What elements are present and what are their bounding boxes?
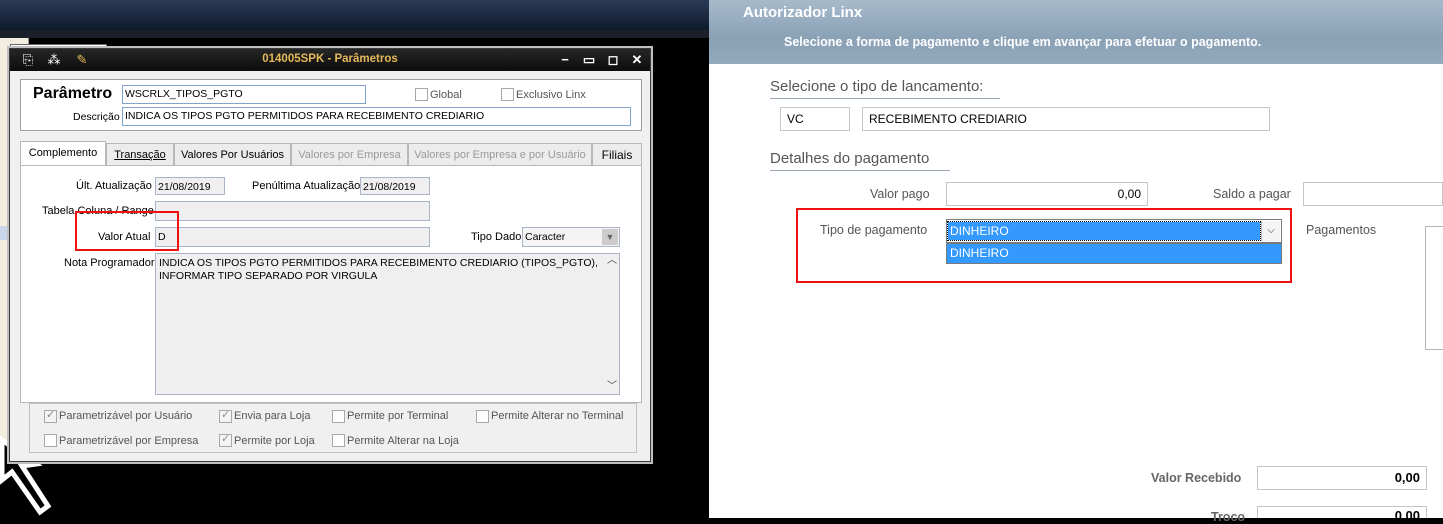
permite-por-loja-label: Permite por Loja <box>234 435 315 447</box>
dialog-title-bar: ⎘ ⁂ ✎ 014005SPK - Parâmetros − ▭ ◻ ✕ <box>10 49 650 71</box>
tipo-lancamento-code-input[interactable]: VC <box>780 107 850 131</box>
penultima-atualizacao-label: Penúltima Atualização <box>252 180 361 192</box>
app-subtitle: Selecione a forma de pagamento e clique … <box>784 35 1262 49</box>
valor-pago-input[interactable]: 0,00 <box>946 182 1148 206</box>
nota-scrollbar[interactable]: ︿ ﹀ <box>605 254 619 394</box>
nota-programador-label: Nota Programador <box>64 257 155 269</box>
parametrizavel-usuario-label: Parametrizável por Usuário <box>59 410 193 422</box>
permite-alterar-loja-label: Permite Alterar na Loja <box>347 435 459 447</box>
background-window-strip <box>0 30 709 38</box>
scroll-down-icon[interactable]: ﹀ <box>605 380 619 394</box>
saldo-a-pagar-input[interactable] <box>1303 182 1443 206</box>
ult-atualizacao-field: 21/08/2019 <box>155 177 225 195</box>
envia-para-loja-label: Envia para Loja <box>234 410 311 422</box>
troco-input[interactable]: 0,00 <box>1257 506 1427 518</box>
valor-recebido-label: Valor Recebido <box>1151 471 1242 485</box>
tab-valores-empresa-usuario[interactable]: Valores por Empresa e por Usuário <box>408 143 592 166</box>
pagamentos-list[interactable] <box>1425 226 1443 350</box>
annotation-highlight-valor-atual <box>75 211 179 251</box>
descricao-label: Descrição <box>73 111 120 123</box>
close-button[interactable]: ✕ <box>626 51 648 69</box>
penultima-atualizacao-field: 21/08/2019 <box>360 177 430 195</box>
permite-alterar-terminal-checkbox[interactable] <box>476 410 489 423</box>
tab-transacao[interactable]: Transação <box>106 143 174 166</box>
parametrizavel-empresa-label: Parametrizável por Empresa <box>59 435 199 447</box>
permite-por-terminal-label: Permite por Terminal <box>347 410 449 422</box>
parametrizavel-empresa-checkbox[interactable] <box>44 434 57 447</box>
nota-programador-text: INDICA OS TIPOS PGTO PERMITIDOS PARA REC… <box>159 257 598 282</box>
tab-filiais[interactable]: Filiais <box>592 143 642 166</box>
annotation-highlight-tipo-pagamento <box>796 208 1292 283</box>
tipo-dado-select[interactable]: Caracter ▼ <box>522 227 620 247</box>
parametro-label: Parâmetro <box>33 85 113 102</box>
permite-alterar-terminal-label: Permite Alterar no Terminal <box>491 410 624 422</box>
valor-recebido-input[interactable]: 0,00 <box>1257 466 1427 490</box>
tipo-dado-value: Caracter <box>525 231 566 243</box>
parametros-dialog: ⎘ ⁂ ✎ 014005SPK - Parâmetros − ▭ ◻ ✕ Par… <box>9 48 651 462</box>
troco-label: Troco <box>1211 510 1246 524</box>
tab-valores-por-empresa[interactable]: Valores por Empresa <box>291 143 408 166</box>
section-divider <box>770 98 1000 99</box>
envia-para-loja-checkbox[interactable] <box>219 408 232 423</box>
permite-alterar-loja-checkbox[interactable] <box>332 434 345 447</box>
global-label: Global <box>430 89 462 101</box>
section-divider <box>770 170 950 171</box>
pagamentos-label: Pagamentos <box>1306 223 1377 237</box>
valor-atual-input[interactable]: D <box>155 227 430 247</box>
exclusivo-linx-label: Exclusivo Linx <box>516 89 586 101</box>
tab-valores-por-usuarios[interactable]: Valores Por Usuários <box>174 143 291 166</box>
descricao-input[interactable]: INDICA OS TIPOS PGTO PERMITIDOS PARA REC… <box>122 107 631 126</box>
parametro-header-box: Parâmetro WSCRLX_TIPOS_PGTO Global Exclu… <box>20 79 642 131</box>
tipo-dado-label: Tipo Dado <box>471 231 522 243</box>
chevron-down-icon[interactable]: ▼ <box>602 229 618 245</box>
valor-pago-label: Valor pago <box>870 187 930 201</box>
tab-complemento[interactable]: Complemento <box>20 141 106 166</box>
section-tipo-lancamento-title: Selecione o tipo de lancamento: <box>770 78 984 95</box>
tipo-lancamento-desc-input[interactable]: RECEBIMENTO CREDIARIO <box>862 107 1270 131</box>
parametro-input[interactable]: WSCRLX_TIPOS_PGTO <box>122 85 366 104</box>
app-title: Autorizador Linx <box>743 4 863 21</box>
permite-por-loja-checkbox[interactable] <box>219 432 232 447</box>
minimize-button[interactable]: − <box>554 51 576 69</box>
tabela-coluna-input[interactable] <box>155 201 430 221</box>
restore-button[interactable]: ▭ <box>578 51 600 69</box>
background-window-header <box>0 0 709 30</box>
global-checkbox[interactable] <box>415 88 428 101</box>
saldo-a-pagar-label: Saldo a pagar <box>1213 187 1291 201</box>
section-detalhes-title: Detalhes do pagamento <box>770 150 930 167</box>
permite-por-terminal-checkbox[interactable] <box>332 410 345 423</box>
exclusivo-linx-checkbox[interactable] <box>501 88 514 101</box>
parametrizavel-usuario-checkbox[interactable] <box>44 408 57 423</box>
maximize-button[interactable]: ◻ <box>602 51 624 69</box>
ult-atualizacao-label: Últ. Atualização <box>76 180 152 192</box>
scroll-up-icon[interactable]: ︿ <box>605 254 619 268</box>
nota-programador-textarea[interactable]: INDICA OS TIPOS PGTO PERMITIDOS PARA REC… <box>155 253 620 395</box>
